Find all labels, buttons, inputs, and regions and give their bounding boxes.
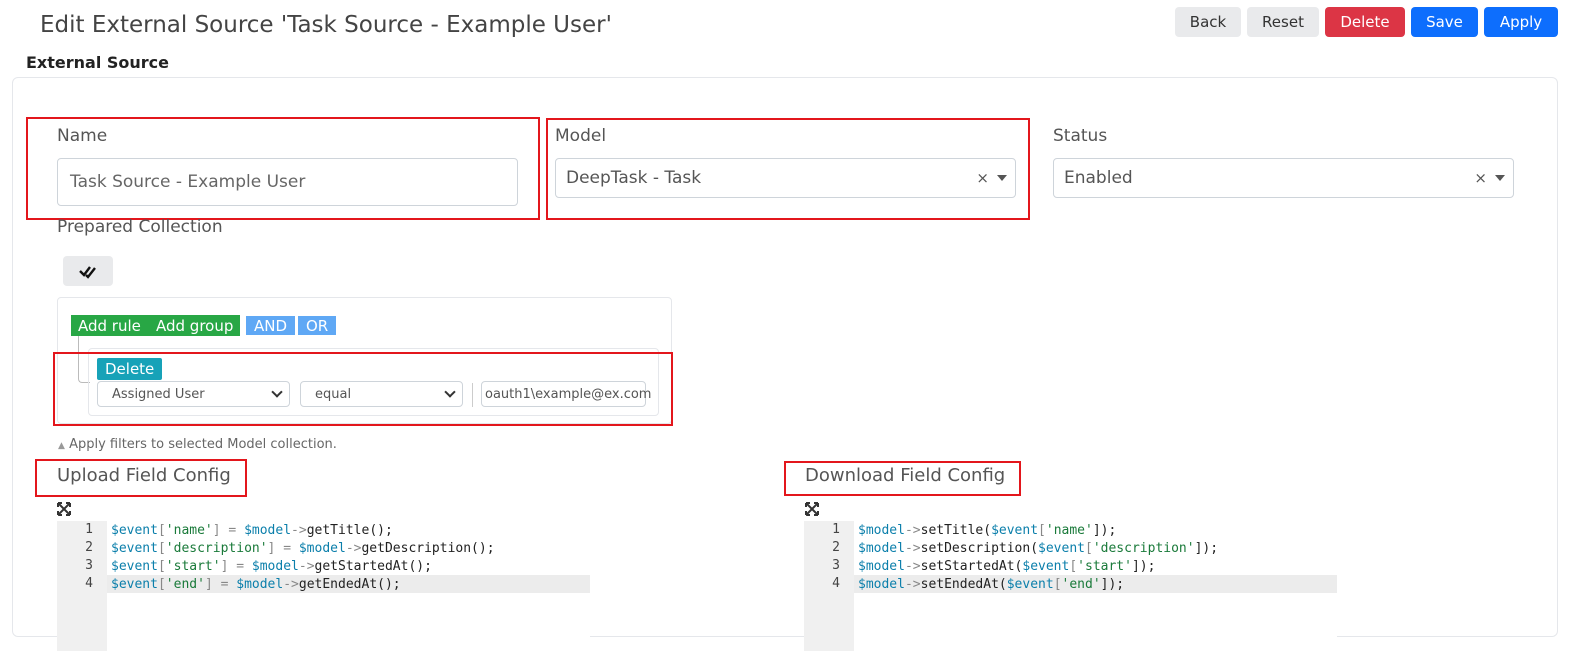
- section-title: External Source: [26, 53, 170, 72]
- delete-button[interactable]: Delete: [1325, 7, 1405, 37]
- highlight-rule: [53, 352, 673, 426]
- dropdown-caret-icon[interactable]: [1495, 175, 1505, 181]
- filter-hint: ▲ Apply filters to selected Model collec…: [58, 437, 337, 452]
- double-check-icon: [79, 266, 96, 279]
- expand-icon[interactable]: [805, 501, 819, 520]
- triangle-up-icon: ▲: [58, 441, 65, 451]
- line-number: 1: [832, 522, 840, 537]
- upload-code-editor[interactable]: 1 $event['name'] = $model->getTitle(); 2 $e…: [57, 521, 590, 651]
- status-select[interactable]: Enabled ×: [1053, 158, 1514, 198]
- page-title: Edit External Source 'Task Source - Exam…: [40, 12, 612, 38]
- or-toggle[interactable]: OR: [297, 316, 337, 335]
- apply-button[interactable]: Apply: [1484, 7, 1558, 37]
- line-number: 4: [85, 576, 93, 591]
- code-line: $model->setDescription($event['descripti…: [858, 541, 1219, 556]
- line-number: 3: [832, 558, 840, 573]
- save-button[interactable]: Save: [1411, 7, 1478, 37]
- status-label: Status: [1053, 126, 1108, 146]
- code-line: $event['description'] = $model->getDescr…: [111, 541, 495, 556]
- status-select-value: Enabled: [1064, 168, 1133, 188]
- prepared-collection-label: Prepared Collection: [57, 217, 223, 237]
- code-line: $event['start'] = $model->getStartedAt()…: [111, 559, 432, 574]
- code-line: $model->setTitle($event['name']);: [858, 523, 1117, 538]
- reset-button[interactable]: Reset: [1247, 7, 1319, 37]
- code-line: $model->setEndedAt($event['end']);: [858, 577, 1125, 592]
- highlight-model: [546, 118, 1030, 220]
- and-toggle[interactable]: AND: [246, 316, 296, 335]
- filter-hint-text: Apply filters to selected Model collecti…: [69, 437, 337, 452]
- validate-button[interactable]: [63, 256, 113, 286]
- expand-icon[interactable]: [57, 501, 71, 520]
- add-group-button[interactable]: Add group: [147, 315, 241, 336]
- highlight-name: [26, 117, 540, 220]
- highlight-download-title: [784, 461, 1021, 496]
- line-number: 2: [85, 540, 93, 555]
- code-line: $event['end'] = $model->getEndedAt();: [111, 577, 401, 592]
- highlight-upload-title: [35, 459, 247, 497]
- add-rule-button[interactable]: Add rule: [71, 315, 148, 336]
- back-button[interactable]: Back: [1175, 7, 1241, 37]
- code-line: $model->setStartedAt($event['start']);: [858, 559, 1156, 574]
- line-number: 4: [832, 576, 840, 591]
- clear-icon[interactable]: ×: [1474, 169, 1487, 187]
- line-number: 3: [85, 558, 93, 573]
- line-number: 2: [832, 540, 840, 555]
- code-line: $event['name'] = $model->getTitle();: [111, 523, 393, 538]
- line-number: 1: [85, 522, 93, 537]
- download-code-editor[interactable]: 1 $model->setTitle($event['name']); 2 $mode…: [804, 521, 1337, 651]
